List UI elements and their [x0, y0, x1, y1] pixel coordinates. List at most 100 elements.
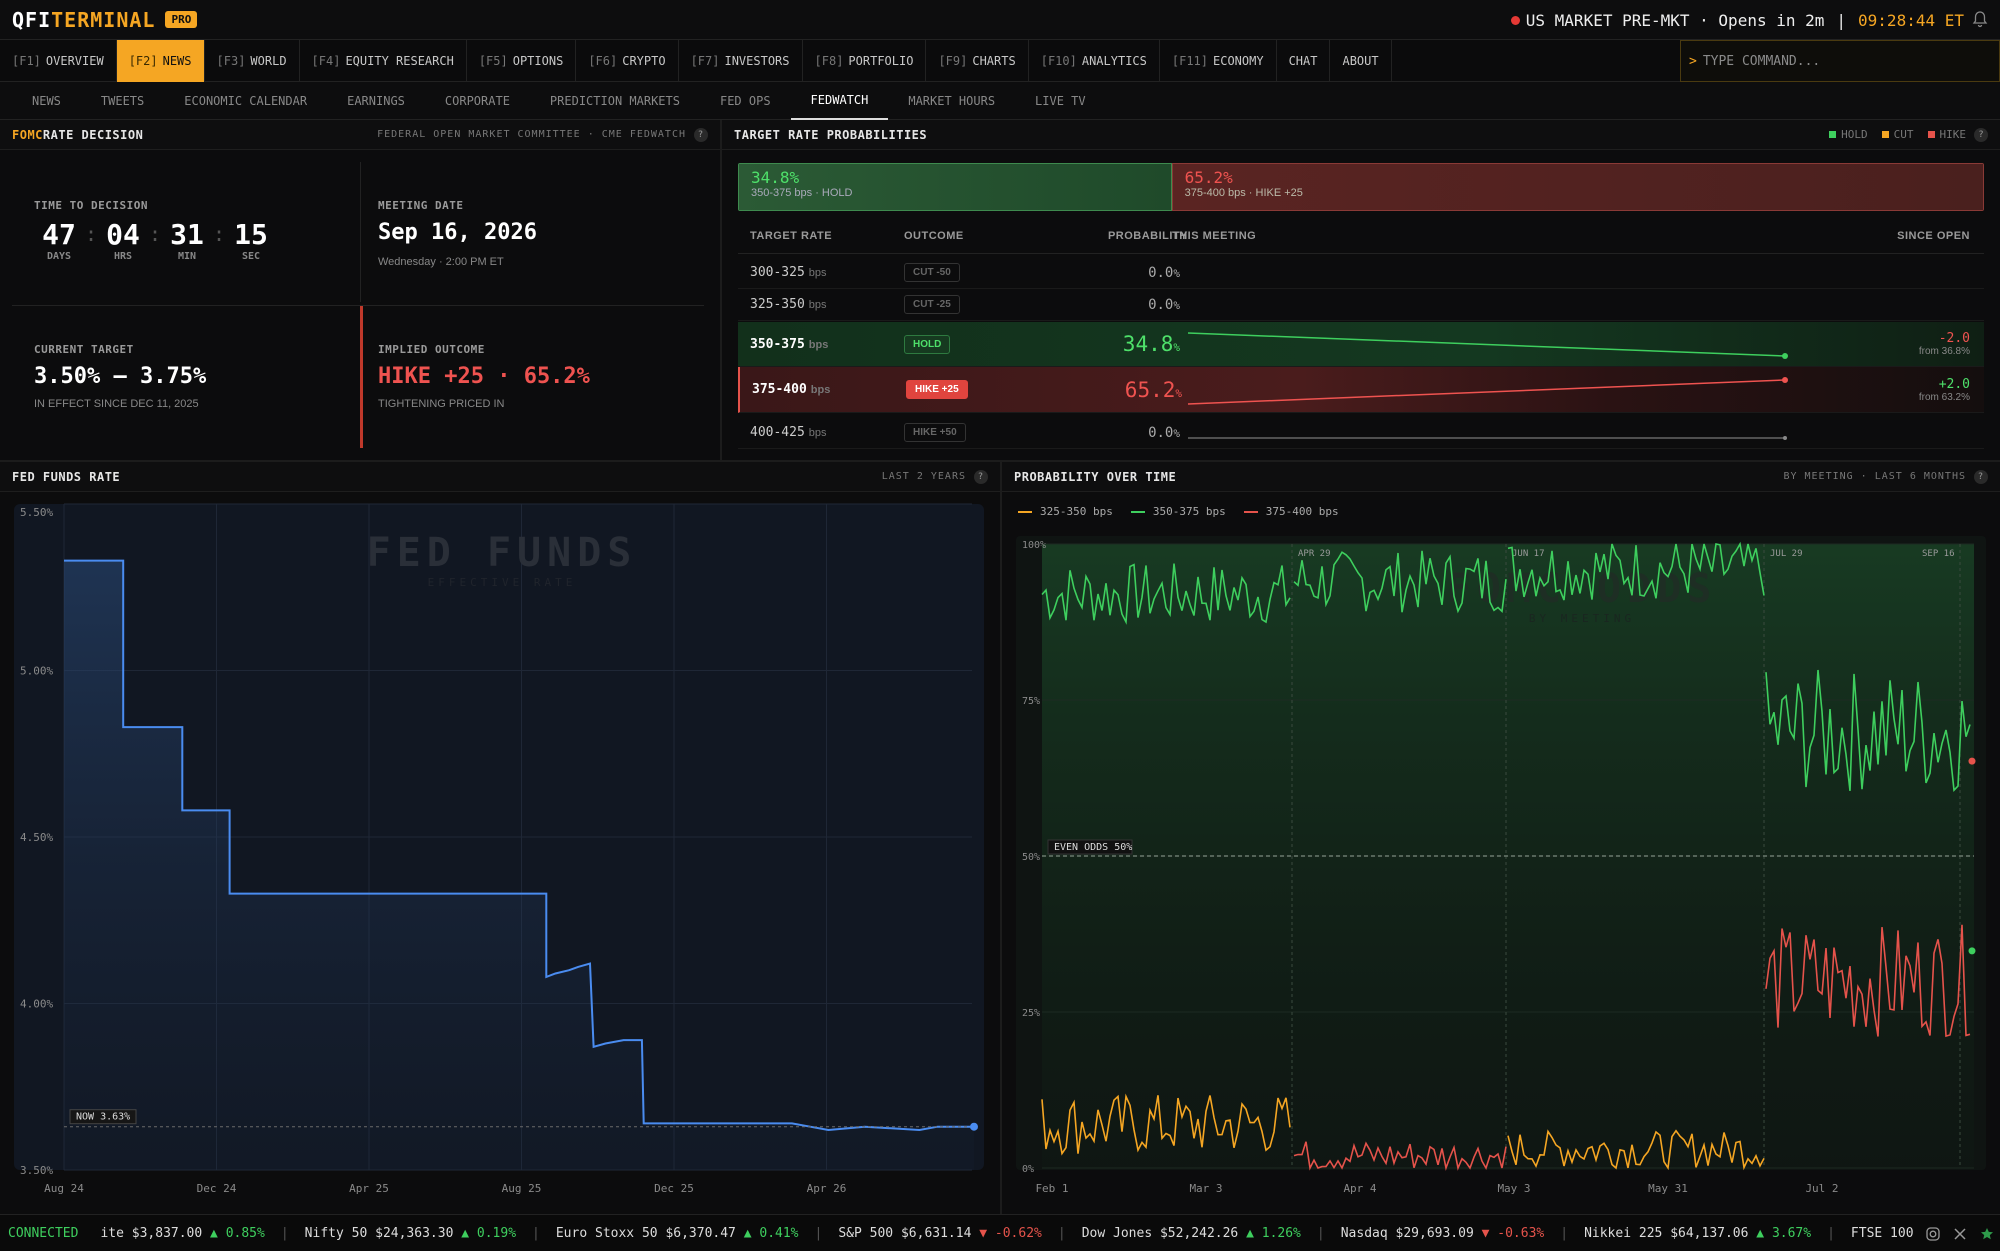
pot-title: PROBABILITY OVER TIME — [1014, 469, 1177, 484]
y-tick-label: 5.50% — [20, 506, 53, 519]
rate-unit: bps — [810, 384, 831, 396]
ticker-item[interactable]: S&P 500 $6,631.14 ▼ -0.62% — [838, 1226, 1042, 1241]
command-input[interactable] — [1702, 53, 1983, 69]
outcome-badge: HOLD — [904, 334, 951, 354]
current-target: 3.50% – 3.75% — [34, 364, 207, 389]
since-open-cell: -2.0 from 36.8% — [1919, 331, 1970, 357]
hold-current-point[interactable] — [1968, 947, 1976, 955]
nav-label: WORLD — [250, 54, 287, 68]
nav-tab-analytics[interactable]: [F10] ANALYTICS — [1029, 40, 1160, 82]
nav-tab-portfolio[interactable]: [F8] PORTFOLIO — [803, 40, 927, 82]
since-open-from: from 36.8% — [1918, 346, 1970, 357]
subtab-live-tv[interactable]: LIVE TV — [1015, 82, 1106, 120]
probability-unit: % — [1173, 341, 1180, 354]
nav-tab-overview[interactable]: [F1] OVERVIEW — [0, 40, 117, 82]
ticker-item[interactable]: Nasdaq $29,693.09 ▼ -0.63% — [1341, 1226, 1545, 1241]
help-icon[interactable]: ? — [974, 469, 988, 484]
fomc-subtitle: FEDERAL OPEN MARKET COMMITTEE · CME FEDW… — [377, 129, 686, 140]
nav-tab-about[interactable]: ABOUT — [1330, 40, 1392, 82]
ticker-separator: | — [1827, 1225, 1835, 1241]
nav-label: OVERVIEW — [45, 54, 104, 68]
hold-segment[interactable]: 34.8% 350-375 bps · HOLD — [738, 163, 1172, 211]
nav-tab-economy[interactable]: [F11] ECONOMY — [1160, 40, 1277, 82]
probability-over-time-chart[interactable]: 100% 75% 50% 25% 0%Feb 1 Mar 3 Apr 4 May 3 May 3… — [1002, 492, 2000, 1214]
probability-cell: 34.8% — [1014, 332, 1180, 356]
subtab-news[interactable]: NEWS — [12, 82, 81, 120]
col-this-meeting: THIS MEETING — [1172, 230, 1257, 242]
colon: : — [212, 222, 226, 246]
x-icon[interactable] — [1953, 1227, 1967, 1241]
rate-cell: 325-350 bps — [750, 297, 827, 312]
app-logo[interactable]: QFITERMINAL — [12, 8, 155, 32]
ticker-item[interactable]: Nifty 50 $24,363.30 ▲ 0.19% — [305, 1226, 516, 1241]
ticker-item[interactable]: Dow Jones $52,242.26 ▲ 1.26% — [1082, 1226, 1301, 1241]
subtab-economic-calendar[interactable]: ECONOMIC CALENDAR — [164, 82, 327, 120]
hike-segment[interactable]: 65.2% 375-400 bps · HIKE +25 — [1171, 163, 1984, 211]
command-box[interactable]: > — [1680, 40, 2000, 82]
rate-unit: bps — [808, 267, 827, 279]
countdown-seconds: 15 — [234, 218, 268, 251]
help-icon[interactable]: ? — [1974, 127, 1988, 142]
ticker-value: $29,693.09 — [1395, 1225, 1474, 1241]
meeting-label: JUN 17 — [1512, 549, 1545, 559]
hike-current-point[interactable] — [1968, 757, 1976, 765]
help-icon[interactable]: ? — [1974, 469, 1988, 484]
nav-tab-chat[interactable]: CHAT — [1277, 40, 1331, 82]
subtab-earnings[interactable]: EARNINGS — [327, 82, 425, 120]
fomc-title-accent: FOMC — [12, 127, 43, 142]
current-target-label: CURRENT TARGET — [34, 343, 134, 356]
ticker-item[interactable]: ite $3,837.00 ▲ 0.85% — [100, 1226, 264, 1241]
rate-row[interactable]: 325-350 bps CUT -25 0.0% — [738, 289, 1984, 321]
ticker-value: $24,363.30 — [375, 1225, 454, 1241]
current-point[interactable] — [970, 1122, 978, 1131]
instagram-icon[interactable] — [1926, 1226, 1940, 1241]
ticker-change: ▲ 0.19% — [461, 1225, 517, 1241]
watermark-sub: EFFECTIVE RATE — [428, 576, 577, 589]
implied-outcome-sub: TIGHTENING PRICED IN — [378, 398, 505, 410]
ticker-separator: | — [1057, 1225, 1066, 1241]
subtab-fed-ops[interactable]: FED OPS — [700, 82, 791, 120]
ticker-item[interactable]: Euro Stoxx 50 $6,370.47 ▲ 0.41% — [556, 1226, 799, 1241]
subtab-prediction-markets[interactable]: PREDICTION MARKETS — [530, 82, 700, 120]
subtab-tweets[interactable]: TWEETS — [81, 82, 164, 120]
probability-unit: % — [1173, 298, 1180, 312]
probability-unit: % — [1175, 386, 1182, 400]
meeting-date-sub: Wednesday · 2:00 PM ET — [378, 256, 504, 268]
nav-key: [F10] — [1040, 54, 1077, 68]
market-clock: 09:28:44 ET — [1858, 10, 1964, 30]
ticker-items: ite $3,837.00 ▲ 0.85% | Nifty 50 $24,363.3… — [100, 1226, 1992, 1241]
star-icon[interactable] — [1980, 1227, 1994, 1241]
sub-nav: NEWS TWEETS ECONOMIC CALENDAR EARNINGS CORPO… — [0, 82, 2000, 120]
hike-sparkline-end — [1782, 377, 1788, 383]
nav-tab-equity-research[interactable]: [F4] EQUITY RESEARCH — [300, 40, 467, 82]
subtab-corporate[interactable]: CORPORATE — [425, 82, 530, 120]
nav-tab-options[interactable]: [F5] OPTIONS — [467, 40, 577, 82]
divider — [360, 162, 361, 302]
ticker-name: Nifty 50 — [304, 1225, 368, 1241]
market-status: US MARKET PRE-MKT · Opens in 2m | 09:28:… — [1510, 0, 1964, 40]
ticker-change: ▲ 3.67% — [1756, 1225, 1812, 1241]
ticker-change: ▲ 1.26% — [1246, 1225, 1301, 1241]
rate-row[interactable]: 300-325 bps CUT -50 0.0% — [738, 257, 1984, 289]
hike-sparkline — [1187, 379, 1786, 405]
nav-tab-news[interactable]: [F2] NEWS — [116, 40, 205, 82]
ticker-name: Nikkei 225 — [1584, 1225, 1663, 1241]
nav-tab-world[interactable]: [F3] WORLD — [205, 40, 300, 82]
subtab-fedwatch[interactable]: FEDWATCH — [790, 82, 889, 120]
social-links — [1920, 1215, 2000, 1251]
trp-panel-header: TARGET RATE PROBABILITIES HOLD CUT HIKE … — [722, 120, 2000, 150]
x-tick-label: Dec 25 — [654, 1182, 694, 1195]
ticker-item[interactable]: Nikkei 225 $64,137.06 ▲ 3.67% — [1584, 1226, 1811, 1241]
status-divider: | — [1836, 10, 1847, 30]
ticker-name: Nasdaq — [1340, 1225, 1388, 1241]
subtab-market-hours[interactable]: MARKET HOURS — [888, 82, 1015, 120]
fed-funds-chart[interactable]: 5.50% 5.00% 4.50% 4.00% 3.50% Aug 24 Dec 24 Apr… — [0, 492, 1000, 1214]
rate-cell: 375-400 bps — [752, 382, 830, 397]
x-tick-label: Feb 1 — [1035, 1182, 1068, 1195]
nav-tab-crypto[interactable]: [F6] CRYPTO — [576, 40, 679, 82]
nav-tab-investors[interactable]: [F7] INVESTORS — [679, 40, 803, 82]
nav-tab-charts[interactable]: [F9] CHARTS — [926, 40, 1029, 82]
ticker-name: Euro Stoxx 50 — [555, 1225, 658, 1241]
help-icon[interactable]: ? — [694, 127, 708, 142]
bell-icon[interactable] — [1972, 10, 1988, 28]
